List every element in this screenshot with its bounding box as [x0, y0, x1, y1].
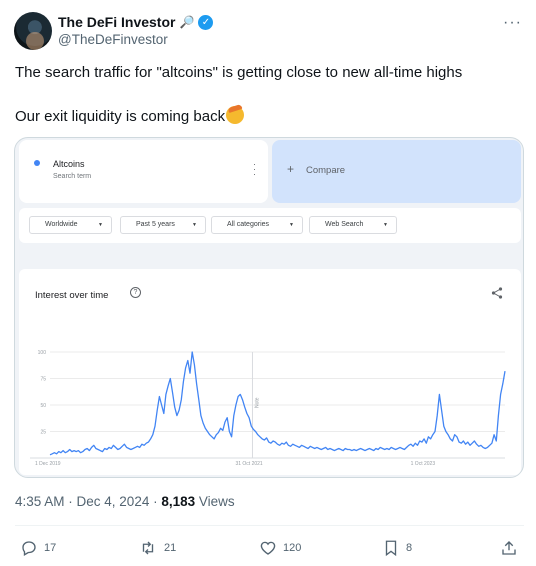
magnifier-emoji-icon: 🔎	[179, 15, 195, 29]
tweet-header: The DeFi Investor 🔎 ✓ @TheDeFinvestor ··…	[14, 12, 524, 52]
filter-time-label: Past 5 years	[136, 221, 175, 228]
caret-down-icon: ▼	[98, 222, 103, 228]
tweet-image[interactable]: Altcoins Search term · · · + Compare World…	[14, 137, 524, 478]
filter-location: Worldwide ▼	[29, 216, 112, 234]
search-term-card: Altcoins Search term · · ·	[19, 140, 268, 203]
tweet-text-line1: The search traffic for "altcoins" is get…	[15, 64, 463, 81]
filter-time: Past 5 years ▼	[120, 216, 206, 234]
tweet-text-line2-content: Our exit liquidity is coming back	[15, 108, 226, 125]
like-button[interactable]: 120	[259, 538, 301, 558]
filter-category: All categories ▼	[211, 216, 303, 234]
filter-category-label: All categories	[227, 221, 270, 228]
bookmark-count: 8	[406, 542, 413, 554]
x-tick-label: 31 Oct 2021	[235, 461, 262, 467]
repost-icon	[142, 541, 154, 555]
reply-icon	[22, 541, 36, 556]
caret-down-icon: ▼	[289, 222, 294, 228]
tweet-text-line2: Our exit liquidity is coming back	[15, 106, 245, 126]
repost-button[interactable]: 21	[138, 538, 176, 558]
repost-count: 21	[164, 542, 177, 554]
flushed-face-emoji-icon	[226, 106, 245, 124]
caret-down-icon: ▼	[383, 222, 388, 228]
caret-down-icon: ▼	[192, 222, 197, 228]
interest-line-chart: 100 75 50 25 Note 1 Dec 2019 31 Oct 2021 1 Oct …	[30, 350, 506, 467]
author-name[interactable]: The DeFi Investor	[58, 14, 175, 30]
y-tick-label: 75	[40, 377, 46, 383]
note-label: Note	[254, 397, 260, 408]
tweet-time[interactable]: 4:35 AM	[15, 494, 65, 509]
series-line-altcoins	[49, 351, 506, 456]
more-dots-icon[interactable]: ···	[503, 14, 522, 32]
bookmark-button[interactable]: 8	[382, 538, 412, 558]
views-label: Views	[198, 494, 235, 509]
y-tick-label: 25	[40, 430, 46, 436]
vertical-dots-icon: · · ·	[253, 159, 256, 179]
share-button[interactable]	[500, 538, 518, 558]
search-term-sub: Search term	[53, 173, 92, 180]
series-dot-icon	[34, 160, 40, 166]
bookmark-icon	[385, 540, 397, 557]
interest-chart-card: Interest over time ? 100 75 50 25 Note 1 Dec …	[19, 269, 521, 475]
avatar[interactable]	[14, 12, 52, 50]
y-tick-label: 50	[40, 403, 46, 409]
plus-icon: +	[287, 162, 295, 176]
author-row: The DeFi Investor 🔎 ✓	[58, 14, 214, 30]
tweet-meta: 4:35 AM · Dec 4, 2024 · 8,183 Views	[15, 494, 235, 509]
x-tick-label: 1 Dec 2019	[35, 461, 61, 467]
filter-bar: Worldwide ▼ Past 5 years ▼ All categories ▼…	[19, 208, 521, 243]
author-handle[interactable]: @TheDeFinvestor	[58, 32, 168, 47]
views-count: 8,183	[161, 494, 196, 509]
heart-icon	[260, 541, 276, 555]
filter-location-label: Worldwide	[45, 221, 78, 228]
x-tick-label: 1 Oct 2023	[411, 461, 436, 467]
search-term: Altcoins	[53, 159, 85, 169]
reply-count: 17	[44, 542, 57, 554]
compare-card: + Compare	[272, 140, 521, 203]
upload-icon	[502, 541, 516, 555]
y-tick-label: 100	[38, 350, 47, 356]
divider	[15, 525, 524, 526]
verified-badge-icon: ✓	[198, 14, 214, 30]
tweet-date[interactable]: Dec 4, 2024	[77, 494, 150, 509]
compare-label: Compare	[306, 165, 346, 176]
filter-search-type-label: Web Search	[325, 221, 364, 228]
reply-button[interactable]: 17	[20, 538, 56, 558]
like-count: 120	[283, 542, 302, 554]
filter-search-type: Web Search ▼	[309, 216, 397, 234]
